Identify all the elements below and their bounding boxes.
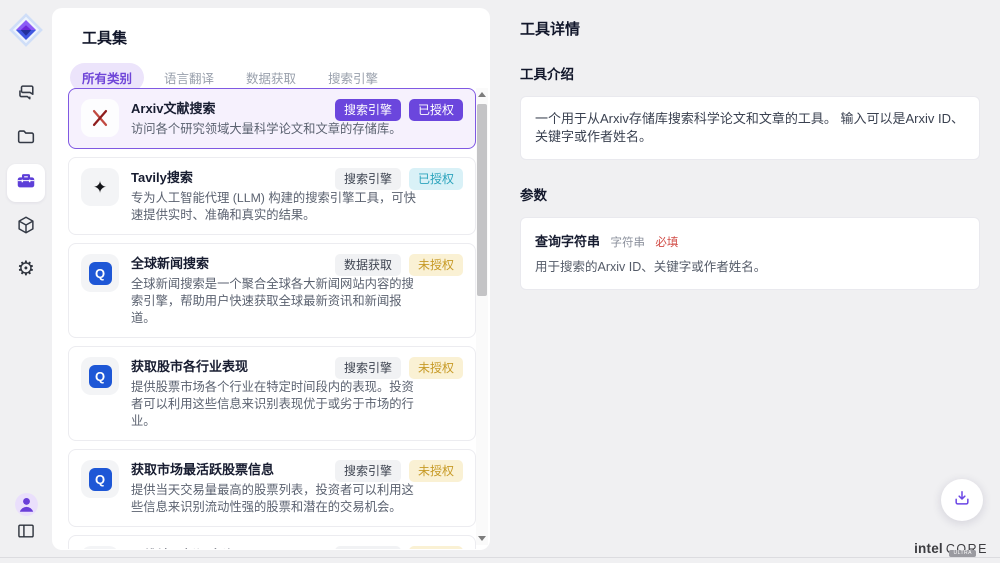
tool-card[interactable]: Q 获取市场最活跃股票信息 提供当天交易量最高的股票列表，投资者可以利用这些信息… <box>68 449 476 527</box>
param-required-flag: 必填 <box>655 237 678 249</box>
chat-icon <box>15 82 37 109</box>
tool-description: 访问各个研究领域大量科学论文和文章的存储库。 <box>131 121 402 138</box>
auth-status-badge: 未授权 <box>409 546 463 549</box>
list-scrollbar[interactable] <box>476 88 488 545</box>
parameter-card: 查询字符串 字符串 必填 用于搜索的Arxiv ID、关键字或作者姓名。 <box>520 217 980 290</box>
sidebar-item-settings[interactable]: ⚙ <box>7 250 45 288</box>
tool-card[interactable]: Q 获取股市各行业表现 提供股票市场各个行业在特定时间段内的表现。投资者可以利用… <box>68 346 476 441</box>
auth-status-badge: 未授权 <box>409 357 463 379</box>
gem-logo-icon <box>7 11 45 49</box>
q-news-icon: Q <box>81 357 119 395</box>
param-description: 用于搜索的Arxiv ID、关键字或作者姓名。 <box>535 259 965 276</box>
tool-description: 提供当天交易量最高的股票列表，投资者可以利用这些信息来识别流动性强的股票和潜在的… <box>131 482 419 516</box>
category-badge: 数据获取 <box>335 254 401 276</box>
tool-list-panel: 工具集 所有类别语言翻译数据获取搜索引擎 Arxiv文献搜索 访问各个研究领域大… <box>52 8 490 550</box>
arxiv-x-icon <box>81 99 119 137</box>
sidebar-item-tools[interactable] <box>7 164 45 202</box>
category-badge: 搜索引擎 <box>335 460 401 482</box>
tool-card[interactable]: Q 全球新闻搜索 全球新闻搜索是一个聚合全球各大新闻网站内容的搜索引擎，帮助用户… <box>68 243 476 338</box>
tool-description: 专为人工智能代理 (LLM) 构建的搜索引擎工具，可快速提供实时、准确和真实的结… <box>131 190 419 224</box>
params-heading: 参数 <box>520 184 980 204</box>
cube-icon <box>15 214 37 241</box>
tool-card[interactable]: 万维地区新闻查询 查询具体行政区划内的新闻，快速了解各地新闻动 搜索引擎 未授权 <box>68 535 476 549</box>
ultra-badge: ULTRA <box>949 550 976 557</box>
scroll-down-icon[interactable] <box>476 532 488 545</box>
param-type: 字符串 <box>610 237 645 249</box>
toolbox-icon <box>15 170 37 197</box>
scroll-up-icon[interactable] <box>476 88 488 101</box>
sidebar-item-models[interactable] <box>7 208 45 246</box>
sparkle-icon: ✦ <box>81 168 119 206</box>
q-news-icon: Q <box>81 460 119 498</box>
auth-status-badge: 未授权 <box>409 254 463 276</box>
tool-description: 全球新闻搜索是一个聚合全球各大新闻网站内容的搜索引擎，帮助用户快速获取全球最新资… <box>131 276 419 327</box>
download-icon <box>952 488 972 513</box>
tool-detail-panel: 工具详情 工具介绍 一个用于从Arxiv存储库搜索科学论文和文章的工具。 输入可… <box>502 0 1000 563</box>
intro-text-box: 一个用于从Arxiv存储库搜索科学论文和文章的工具。 输入可以是Arxiv ID… <box>520 96 980 160</box>
category-badge: 搜索引擎 <box>335 357 401 379</box>
intel-core-logo: intel core ULTRA <box>914 541 988 556</box>
sidebar-item-collapse-panel[interactable] <box>7 514 45 552</box>
app-sidebar: ⚙ <box>0 0 52 563</box>
auth-status-badge: 未授权 <box>409 460 463 482</box>
settings-gear-icon: ⚙ <box>17 259 35 279</box>
tool-card-list: Arxiv文献搜索 访问各个研究领域大量科学论文和文章的存储库。 搜索引擎 已授… <box>68 88 476 549</box>
newspaper-icon <box>81 546 119 549</box>
scrollbar-thumb[interactable] <box>477 104 487 296</box>
q-news-icon: Q <box>81 254 119 292</box>
category-badge: 搜索引擎 <box>335 99 401 121</box>
sidebar-item-files[interactable] <box>7 120 45 158</box>
intro-heading: 工具介绍 <box>520 63 980 83</box>
window-bottom-edge <box>0 557 1000 558</box>
sidebar-item-chat[interactable] <box>7 76 45 114</box>
param-name: 查询字符串 <box>535 234 600 249</box>
category-badge: 搜索引擎 <box>335 168 401 190</box>
intel-wordmark: intel <box>914 541 943 556</box>
category-badge: 搜索引擎 <box>335 546 401 549</box>
tool-card[interactable]: Arxiv文献搜索 访问各个研究领域大量科学论文和文章的存储库。 搜索引擎 已授… <box>68 88 476 149</box>
tool-description: 提供股票市场各个行业在特定时间段内的表现。投资者可以利用这些信息来识别表现优于或… <box>131 379 419 430</box>
auth-status-badge: 已授权 <box>409 168 463 190</box>
download-button[interactable] <box>941 479 983 521</box>
folder-icon <box>15 126 37 153</box>
detail-title: 工具详情 <box>520 18 980 39</box>
tool-card[interactable]: ✦ Tavily搜索 专为人工智能代理 (LLM) 构建的搜索引擎工具，可快速提… <box>68 157 476 235</box>
panel-layout-icon <box>16 521 36 546</box>
auth-status-badge: 已授权 <box>409 99 463 121</box>
page-title: 工具集 <box>52 8 490 48</box>
